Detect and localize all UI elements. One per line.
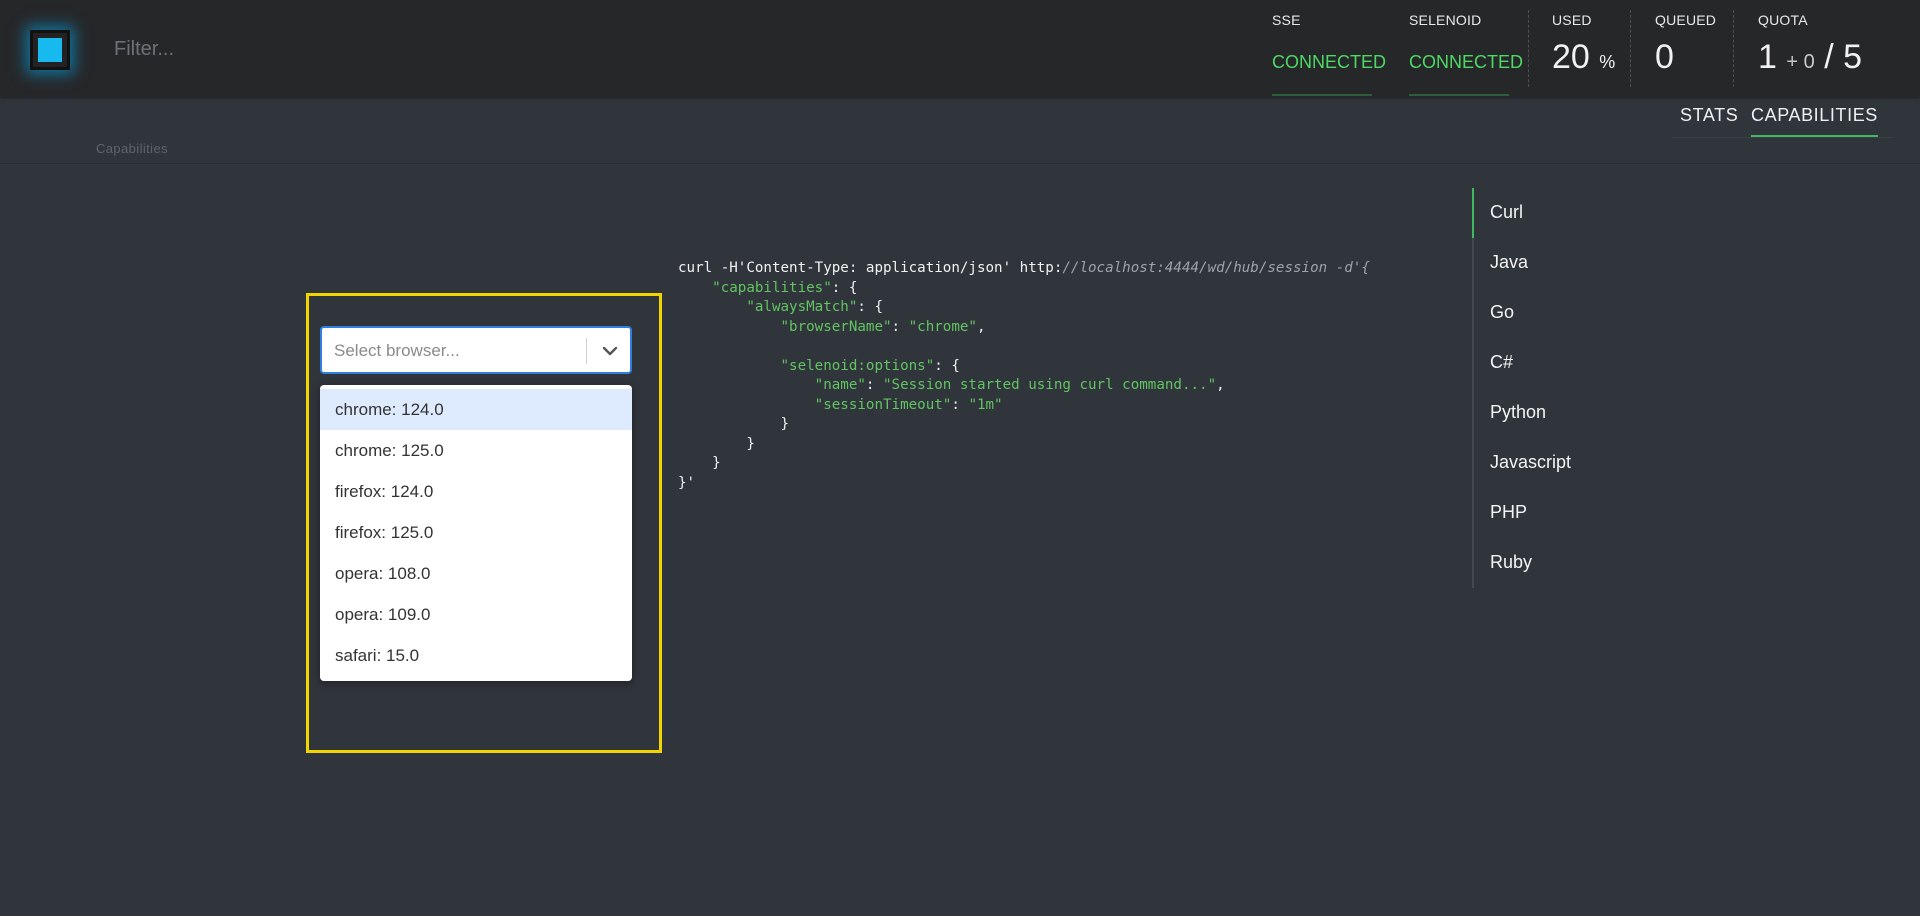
- sse-status: SSE CONNECTED: [1272, 0, 1386, 97]
- browser-options-menu: chrome: 124.0 chrome: 125.0 firefox: 124…: [320, 385, 632, 681]
- breadcrumb: Capabilities: [96, 141, 169, 156]
- queued-label: QUEUED: [1655, 12, 1717, 28]
- browser-select-placeholder: Select browser...: [334, 341, 460, 360]
- queued-stat: QUEUED 0: [1655, 0, 1735, 97]
- selenoid-label: SELENOID: [1409, 12, 1482, 28]
- quota-value: 1 + 0 / 5: [1758, 38, 1862, 76]
- selenoid-value: CONNECTED: [1409, 52, 1524, 72]
- language-curl[interactable]: Curl: [1490, 202, 1523, 223]
- language-ruby[interactable]: Ruby: [1490, 552, 1532, 573]
- browser-select[interactable]: Select browser...: [320, 326, 632, 374]
- language-java[interactable]: Java: [1490, 252, 1528, 273]
- sub-header: Capabilities STATS CAPABILITIES: [0, 97, 1920, 164]
- tab-capabilities[interactable]: CAPABILITIES: [1751, 105, 1878, 137]
- sse-value: CONNECTED: [1272, 52, 1387, 72]
- selenoid-status: SELENOID CONNECTED: [1409, 0, 1529, 97]
- chevron-down-icon[interactable]: [598, 340, 622, 362]
- browser-option[interactable]: firefox: 124.0: [320, 471, 632, 512]
- language-go[interactable]: Go: [1490, 302, 1514, 323]
- active-language-indicator: [1472, 188, 1474, 238]
- language-javascript[interactable]: Javascript: [1490, 452, 1571, 473]
- language-python[interactable]: Python: [1490, 402, 1546, 423]
- selenoid-underline: [1409, 94, 1509, 96]
- selenoid-logo-icon[interactable]: [30, 30, 70, 70]
- browser-option[interactable]: opera: 109.0: [320, 594, 632, 635]
- used-label: USED: [1552, 12, 1592, 28]
- tab-stats[interactable]: STATS: [1680, 105, 1738, 126]
- sse-label: SSE: [1272, 12, 1301, 28]
- browser-option[interactable]: opera: 108.0: [320, 553, 632, 594]
- language-csharp[interactable]: C#: [1490, 352, 1513, 373]
- filter-input[interactable]: [112, 28, 1016, 70]
- browser-option[interactable]: chrome: 124.0: [320, 389, 632, 430]
- select-separator: [586, 338, 587, 364]
- divider: [1630, 10, 1631, 87]
- view-tabs: STATS CAPABILITIES: [1672, 97, 1892, 138]
- top-bar: SSE CONNECTED SELENOID CONNECTED USED 20…: [0, 0, 1920, 97]
- capabilities-code-snippet: curl -H'Content-Type: application/json' …: [678, 260, 1370, 491]
- quota-label: QUOTA: [1758, 12, 1808, 28]
- quota-stat: QUOTA 1 + 0 / 5: [1758, 0, 1898, 97]
- used-stat: USED 20 %: [1552, 0, 1632, 97]
- language-php[interactable]: PHP: [1490, 502, 1527, 523]
- browser-option[interactable]: safari: 15.0: [320, 635, 632, 676]
- used-value: 20 %: [1552, 38, 1616, 76]
- queued-value: 0: [1655, 38, 1674, 76]
- browser-option[interactable]: firefox: 125.0: [320, 512, 632, 553]
- divider: [1733, 10, 1734, 87]
- divider: [1528, 10, 1529, 87]
- sse-underline: [1272, 94, 1372, 96]
- language-list: Curl Java Go C# Python Javascript PHP Ru…: [1472, 188, 1674, 588]
- browser-option[interactable]: chrome: 125.0: [320, 430, 632, 471]
